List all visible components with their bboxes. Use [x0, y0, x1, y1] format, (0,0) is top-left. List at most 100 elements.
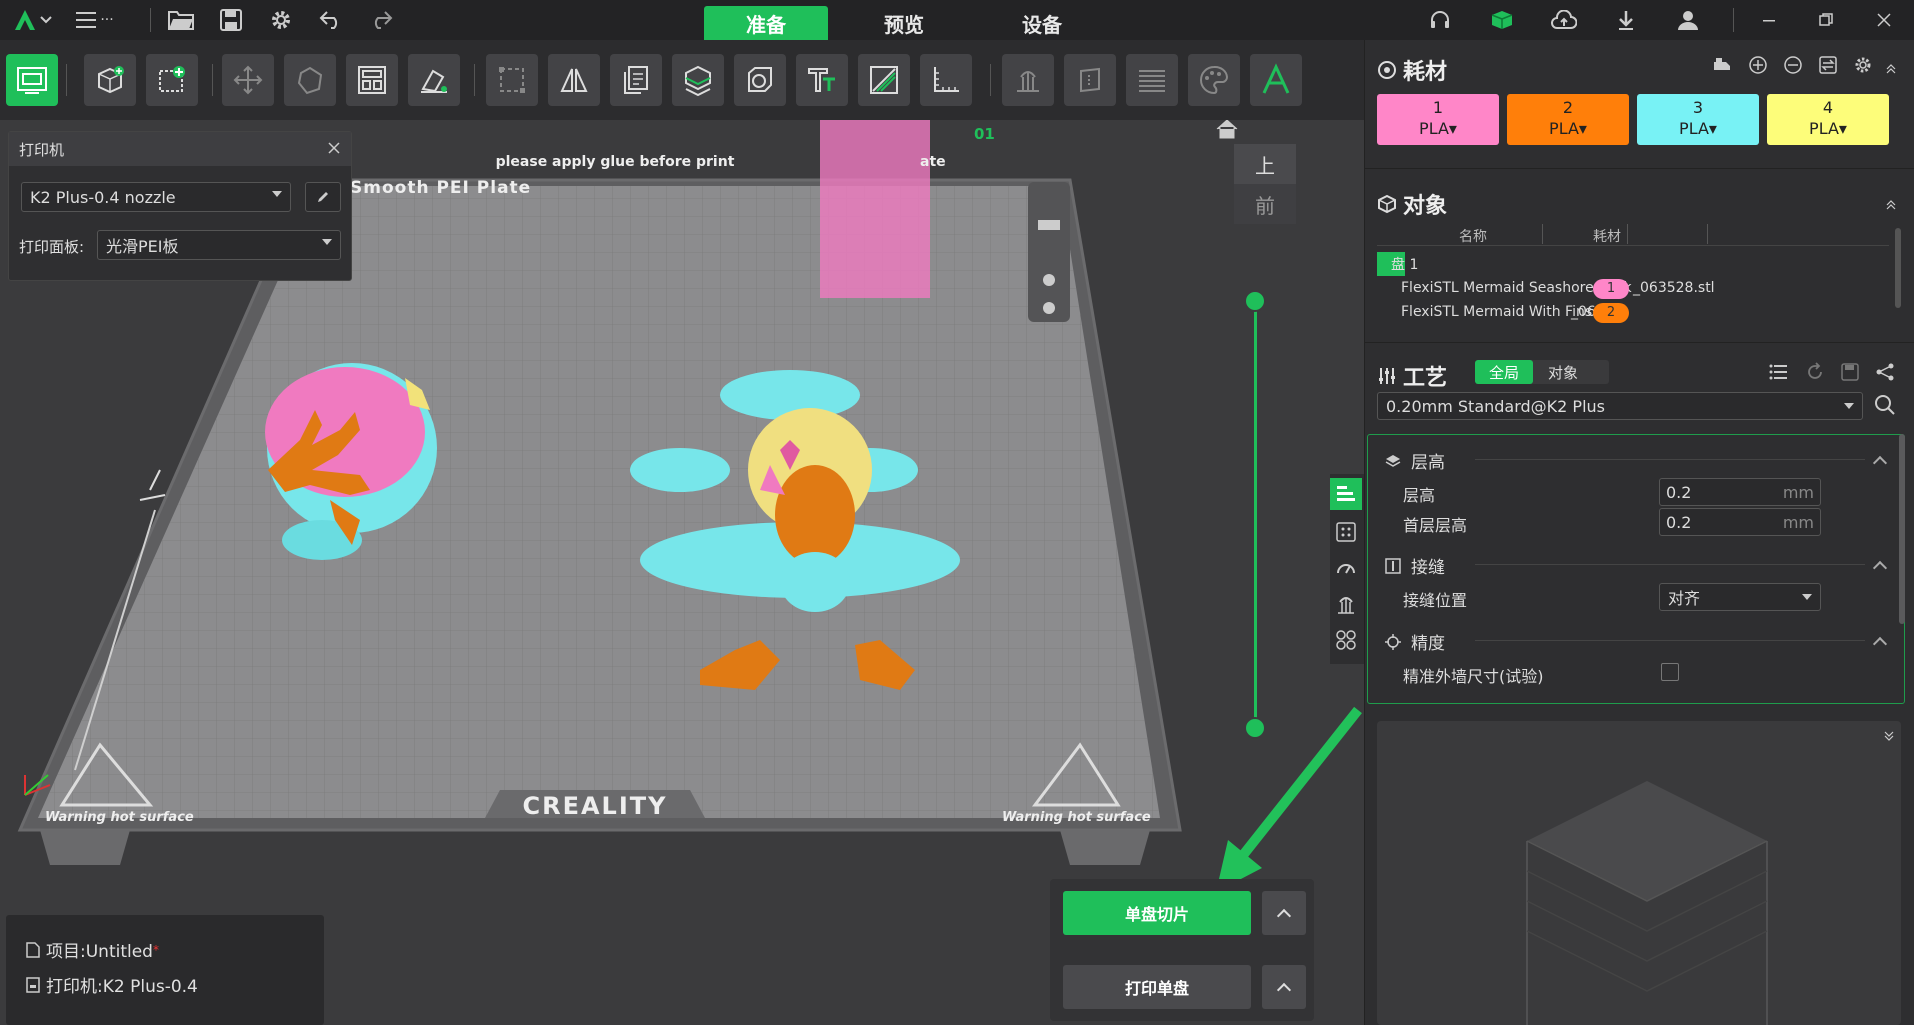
- support-button[interactable]: [1002, 54, 1054, 106]
- save-preset-icon[interactable]: [1840, 362, 1862, 384]
- download-icon[interactable]: [1608, 0, 1644, 40]
- precise-wall-checkbox[interactable]: [1661, 663, 1679, 681]
- collapse-filament-icon[interactable]: [1885, 60, 1897, 74]
- others-tab-icon[interactable]: [1330, 624, 1362, 656]
- object-filament-badge[interactable]: 2: [1593, 303, 1629, 323]
- layer-slider-top-handle[interactable]: [1244, 290, 1266, 312]
- divider: [1475, 564, 1865, 565]
- headset-support-icon[interactable]: [1422, 0, 1458, 40]
- filament-slot-1[interactable]: 1 PLA▾: [1377, 94, 1499, 145]
- print-more-button[interactable]: [1262, 965, 1306, 1009]
- move-button[interactable]: [222, 54, 274, 106]
- open-folder-icon[interactable]: [163, 0, 199, 40]
- plate-type-select[interactable]: 光滑PEI板: [97, 230, 341, 260]
- compare-presets-icon[interactable]: [1875, 362, 1897, 384]
- seam-group[interactable]: 接缝: [1385, 553, 1445, 578]
- reset-icon[interactable]: [1805, 362, 1827, 384]
- layer-height-group[interactable]: 层高: [1385, 448, 1445, 473]
- search-icon[interactable]: [1873, 393, 1899, 419]
- add-filament-icon[interactable]: [1747, 54, 1771, 78]
- speed-tab-icon[interactable]: [1330, 552, 1362, 584]
- process-list-icon[interactable]: [1769, 362, 1791, 384]
- view-front-button[interactable]: 前: [1234, 184, 1296, 224]
- model-library-icon[interactable]: [1484, 0, 1520, 40]
- object-row-2[interactable]: FlexiSTL Mermaid With Fins _06415 2: [1401, 303, 1751, 326]
- remove-filament-icon[interactable]: [1782, 54, 1806, 78]
- edit-printer-button[interactable]: [305, 182, 341, 212]
- strength-tab-icon[interactable]: [1330, 516, 1362, 548]
- filament-swap-icon[interactable]: [1817, 54, 1841, 78]
- settings-scrollbar[interactable]: [1899, 434, 1905, 624]
- filament-slot-3[interactable]: 3 PLA▾: [1637, 94, 1759, 145]
- plate-row[interactable]: 盘 1: [1377, 252, 1418, 276]
- process-preset-select[interactable]: 0.20mm Standard@K2 Plus: [1377, 392, 1863, 420]
- toggle-object[interactable]: 对象: [1533, 360, 1593, 384]
- seam-position-select[interactable]: 对齐: [1659, 583, 1821, 611]
- cloud-upload-icon[interactable]: [1546, 0, 1582, 40]
- tab-preview[interactable]: 预览: [842, 6, 966, 40]
- print-plate-button[interactable]: 打印单盘: [1063, 965, 1251, 1009]
- scale-button[interactable]: [486, 54, 538, 106]
- redo-icon[interactable]: [363, 0, 399, 40]
- plate-type-label: 打印面板:: [19, 238, 85, 256]
- text-button[interactable]: [796, 54, 848, 106]
- view-top-button[interactable]: 上: [1234, 144, 1296, 184]
- filament-settings-icon[interactable]: [1852, 54, 1876, 78]
- printer-select[interactable]: K2 Plus-0.4 nozzle: [21, 182, 291, 212]
- boolean-button[interactable]: [734, 54, 786, 106]
- cut-button[interactable]: [672, 54, 724, 106]
- toggle-object-label: 对象: [1547, 363, 1578, 382]
- support-paint-button[interactable]: [858, 54, 910, 106]
- settings-gear-icon[interactable]: [263, 0, 299, 40]
- objects-scrollbar[interactable]: [1895, 228, 1901, 308]
- object-row-1[interactable]: FlexiSTL Mermaid Seashore Rock 1 _063528…: [1401, 279, 1751, 302]
- slice-plate-button[interactable]: 单盘切片: [1063, 891, 1251, 935]
- close-window-icon[interactable]: [1866, 0, 1902, 40]
- layer-height-input[interactable]: 0.2 mm: [1659, 478, 1821, 506]
- rotate-button[interactable]: [284, 54, 336, 106]
- layer-slider-track[interactable]: [1254, 300, 1257, 720]
- layer-button[interactable]: [1126, 54, 1178, 106]
- menu-icon[interactable]: ···: [70, 0, 120, 40]
- lay-on-face-button[interactable]: [408, 54, 460, 106]
- precision-group[interactable]: 精度: [1385, 629, 1445, 654]
- expand-preview-icon[interactable]: [1883, 727, 1895, 741]
- seam-button[interactable]: [1064, 54, 1116, 106]
- color-paint-button[interactable]: [1188, 54, 1240, 106]
- restore-icon[interactable]: [1808, 0, 1844, 40]
- minimize-icon[interactable]: [1752, 0, 1788, 40]
- mirror-button[interactable]: [548, 54, 600, 106]
- filament-sync-icon[interactable]: [1711, 54, 1735, 78]
- undo-icon[interactable]: [313, 0, 349, 40]
- precise-wall-label: 精准外墙尺寸(试验): [1403, 667, 1544, 686]
- plate-icon: [17, 67, 47, 94]
- object-name: FlexiSTL Mermaid With Fins: [1401, 304, 1593, 320]
- user-avatar-icon[interactable]: [1670, 0, 1706, 40]
- collapse-objects-icon[interactable]: [1885, 196, 1897, 210]
- plate-view-button[interactable]: [6, 54, 58, 106]
- add-plate-button[interactable]: [146, 54, 198, 106]
- add-object-button[interactable]: [84, 54, 136, 106]
- close-panel-icon[interactable]: [327, 140, 343, 156]
- toggle-global[interactable]: 全局: [1475, 360, 1533, 384]
- creality-logo-icon[interactable]: [10, 0, 60, 40]
- quality-tab-icon[interactable]: [1330, 478, 1362, 510]
- first-layer-height-input[interactable]: 0.2 mm: [1659, 508, 1821, 536]
- support-tab-icon[interactable]: [1330, 588, 1362, 620]
- object-filament-badge[interactable]: 1: [1593, 279, 1629, 299]
- copy-button[interactable]: [610, 54, 662, 106]
- process-scope-toggle: 全局 对象: [1475, 360, 1609, 384]
- filament-slot-4[interactable]: 4 PLA▾: [1767, 94, 1889, 145]
- arrange-button[interactable]: [346, 54, 398, 106]
- text-emboss-button[interactable]: [1250, 54, 1302, 106]
- filament-slot-2[interactable]: 2 PLA▾: [1507, 94, 1629, 145]
- slice-more-button[interactable]: [1262, 891, 1306, 935]
- view-front-label: 前: [1255, 193, 1275, 218]
- warning-left: Warning hot surface: [45, 810, 194, 825]
- tab-prepare[interactable]: 准备: [704, 6, 828, 40]
- plate-type-value: 光滑PEI板: [106, 237, 179, 256]
- home-view-icon[interactable]: [1214, 120, 1240, 142]
- measure-button[interactable]: [920, 54, 972, 106]
- tab-device[interactable]: 设备: [980, 6, 1104, 40]
- save-icon[interactable]: [213, 0, 249, 40]
